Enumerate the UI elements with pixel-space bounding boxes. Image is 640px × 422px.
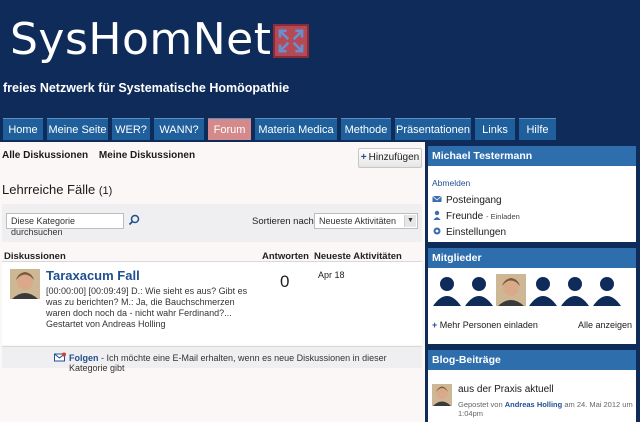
blog-author-link[interactable]: Andreas Holling <box>505 400 563 409</box>
blog-heading: Blog-Beiträge <box>428 350 636 370</box>
blog-meta-prefix: Gepostet von <box>458 400 503 409</box>
site-header: SysHomNet freies Netzwerk für Systematis… <box>0 0 640 120</box>
nav-forum[interactable]: Forum <box>208 118 251 140</box>
friends-invite-link[interactable]: - Einladen <box>486 212 520 221</box>
member-avatar-placeholder[interactable] <box>432 274 462 306</box>
discussion-excerpt: [00:00:00] [00:09:49] D.: Wie sieht es a… <box>46 286 251 330</box>
discussion-reply-count: 0 <box>280 272 290 291</box>
invite-members-link[interactable]: + Mehr Personen einladen <box>432 320 538 330</box>
nav-methode[interactable]: Methode <box>341 118 391 140</box>
logout-link[interactable]: Abmelden <box>432 178 470 188</box>
nav-wer[interactable]: WER? <box>112 118 150 140</box>
friends-label: Freunde <box>446 211 484 222</box>
friends-link[interactable]: Freunde - Einladen <box>432 210 520 222</box>
show-all-members-link[interactable]: Alle anzeigen <box>578 320 632 330</box>
forum-main-panel: Alle Diskussionen Meine Diskussionen + Hi… <box>0 142 425 422</box>
page-title: Lehrreiche Fälle (1) <box>2 182 112 197</box>
member-avatars <box>430 274 634 310</box>
user-name-heading[interactable]: Michael Testermann <box>428 146 636 166</box>
logo-badge-icon <box>273 24 309 58</box>
discussion-row: Taraxacum Fall [00:00:00] [00:09:49] D.:… <box>2 261 422 345</box>
follow-link[interactable]: Folgen <box>69 353 99 363</box>
blog-post-meta: Gepostet von Andreas Holling am 24. Mai … <box>458 400 636 418</box>
member-avatar-photo[interactable] <box>496 274 526 306</box>
person-icon <box>433 210 441 220</box>
gear-icon <box>433 227 441 235</box>
discussion-subtabs: Alle Diskussionen Meine Diskussionen <box>2 150 203 161</box>
nav-home[interactable]: Home <box>3 118 43 140</box>
follow-category-bar: Folgen - Ich möchte eine E-Mail erhalten… <box>2 346 422 373</box>
add-discussion-label: Hinzufügen <box>368 152 420 163</box>
mail-icon <box>432 195 442 202</box>
discussion-latest-date: Apr 18 <box>318 270 345 280</box>
category-search-input[interactable]: Diese Kategorie durchsuchen <box>6 213 124 237</box>
nav-links[interactable]: Links <box>475 118 515 140</box>
add-discussion-button[interactable]: + Hinzufügen <box>358 148 422 168</box>
settings-link[interactable]: Einstellungen <box>432 226 506 238</box>
site-logo-text[interactable]: SysHomNet <box>10 14 272 65</box>
plus-icon: + <box>360 152 367 163</box>
main-nav: Home Meine Seite WER? WANN? Forum Materi… <box>0 118 640 140</box>
member-avatar-placeholder[interactable] <box>560 274 590 306</box>
member-avatar-placeholder[interactable] <box>464 274 494 306</box>
blog-box: Blog-Beiträge aus der Praxis aktuell Gep… <box>428 350 636 422</box>
tab-all-discussions[interactable]: Alle Diskussionen <box>2 150 88 161</box>
nav-hilfe[interactable]: Hilfe <box>519 118 556 140</box>
nav-wann[interactable]: WANN? <box>154 118 204 140</box>
follow-description: - Ich möchte eine E-Mail erhalten, wenn … <box>69 353 387 373</box>
follow-text: Folgen - Ich möchte eine E-Mail erhalten… <box>69 353 422 373</box>
plus-icon: + <box>432 320 438 330</box>
discussion-started-by: Gestartet von Andreas Holling <box>46 319 166 329</box>
avatar[interactable] <box>432 384 452 406</box>
discussion-title-link[interactable]: Taraxacum Fall <box>46 268 140 283</box>
inbox-label: Posteingang <box>446 195 502 206</box>
nav-materia-medica[interactable]: Materia Medica <box>255 118 337 140</box>
filter-bar: Diese Kategorie durchsuchen Sortieren na… <box>2 204 422 242</box>
settings-label: Einstellungen <box>446 227 507 238</box>
site-tagline: freies Netzwerk für Systematische Homöop… <box>3 81 290 95</box>
page-title-text: Lehrreiche Fälle <box>2 182 96 197</box>
sort-select-value: Neueste Aktivitäten <box>319 216 397 226</box>
right-sidebar: Michael Testermann Abmelden Posteingang … <box>426 142 640 422</box>
sort-select[interactable]: Neueste Aktivitäten ▼ <box>314 213 418 229</box>
inbox-link[interactable]: Posteingang <box>432 194 502 206</box>
user-box: Michael Testermann Abmelden Posteingang … <box>428 146 636 242</box>
members-heading: Mitglieder <box>428 248 636 268</box>
invite-members-label: Mehr Personen einladen <box>439 320 538 330</box>
sort-label: Sortieren nach: <box>252 216 317 227</box>
blog-post-title-link[interactable]: aus der Praxis aktuell <box>458 384 554 395</box>
page-title-count: (1) <box>98 185 113 197</box>
tab-my-discussions[interactable]: Meine Diskussionen <box>99 150 195 161</box>
search-icon[interactable] <box>128 214 140 226</box>
nav-praesentationen[interactable]: Präsentationen <box>395 118 471 140</box>
chevron-down-icon: ▼ <box>404 215 416 227</box>
nav-meine-seite[interactable]: Meine Seite <box>47 118 108 140</box>
email-follow-icon <box>54 352 66 362</box>
members-box: Mitglieder + Mehr Personen einladen Alle… <box>428 248 636 344</box>
member-avatar-placeholder[interactable] <box>592 274 622 306</box>
discussion-excerpt-text: [00:00:00] [00:09:49] D.: Wie sieht es a… <box>46 286 248 318</box>
avatar[interactable] <box>10 269 40 299</box>
member-avatar-placeholder[interactable] <box>528 274 558 306</box>
